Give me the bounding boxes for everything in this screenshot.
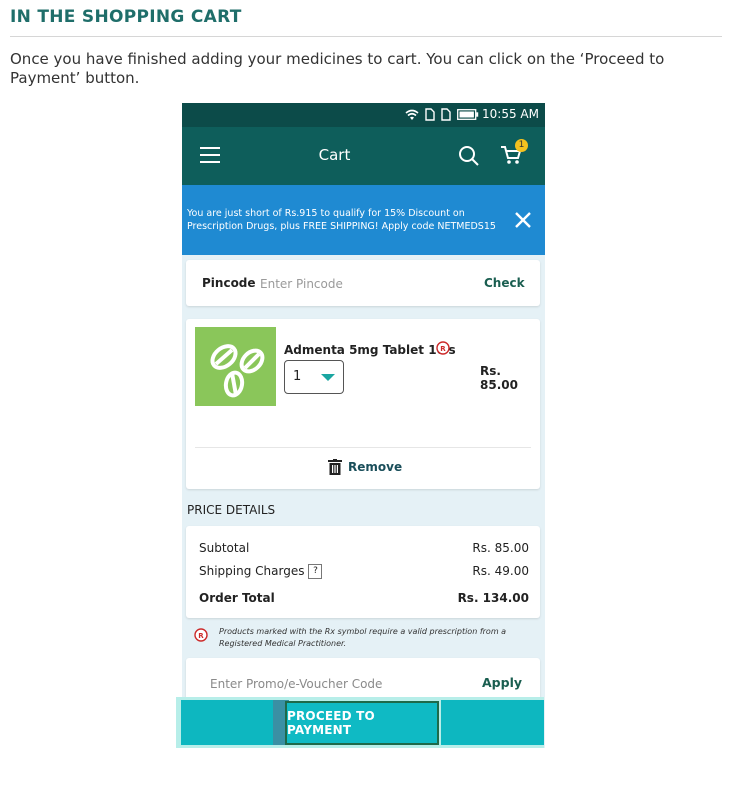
status-time: 10:55 AM <box>482 107 539 121</box>
cart-item-card: Admenta 5mg Tablet 10's R 1 Rs. 85.00 Re… <box>186 319 540 489</box>
close-icon[interactable] <box>513 210 533 230</box>
battery-icon <box>457 109 479 120</box>
quantity-value: 1 <box>293 369 302 384</box>
subtotal-value: Rs. 85.00 <box>472 541 529 555</box>
pincode-input[interactable] <box>258 272 442 296</box>
product-price: Rs. 85.00 <box>480 364 518 392</box>
order-total-value: Rs. 134.00 <box>457 591 529 605</box>
svg-text:R: R <box>440 345 446 353</box>
disclaimer-text: Products marked with the Rx symbol requi… <box>219 627 507 648</box>
sim-icon <box>425 108 435 121</box>
wifi-icon <box>405 109 419 120</box>
bottom-action-bar: PROCEED TO PAYMENT <box>176 697 544 748</box>
price-details-heading: PRICE DETAILS <box>187 503 276 517</box>
rx-prescription-icon: R <box>436 341 450 355</box>
svg-text:R: R <box>198 632 204 640</box>
discount-banner: You are just short of Rs.915 to qualify … <box>182 185 545 255</box>
product-name: Admenta 5mg Tablet 10's <box>284 343 456 357</box>
status-bar: 10:55 AM <box>182 103 545 127</box>
shipping-value: Rs. 49.00 <box>472 564 529 578</box>
sim2-icon <box>441 108 451 121</box>
banner-text: You are just short of Rs.915 to qualify … <box>187 208 496 232</box>
intro-text: Once you have finished adding your medic… <box>10 50 665 87</box>
shipping-help-icon[interactable]: ? <box>308 564 323 579</box>
product-image <box>195 327 276 406</box>
remove-label: Remove <box>348 460 403 474</box>
rx-prescription-icon: R <box>194 628 208 642</box>
quantity-select[interactable]: 1 <box>284 360 344 394</box>
subtotal-label: Subtotal <box>199 541 250 555</box>
bottom-bar-right-segment <box>441 700 544 745</box>
shipping-label: Shipping Charges <box>199 564 305 578</box>
item-divider <box>195 447 531 448</box>
shipping-label-group: Shipping Charges? <box>199 564 323 579</box>
pincode-card: Pincode Check <box>186 260 540 306</box>
bottom-bar-left-segment <box>181 700 276 745</box>
pills-icon <box>210 344 265 398</box>
promo-code-input[interactable] <box>208 672 442 696</box>
apply-button[interactable]: Apply <box>482 675 522 690</box>
cart-count-badge: 1 <box>515 139 528 152</box>
proceed-to-payment-button[interactable]: PROCEED TO PAYMENT <box>285 701 439 745</box>
app-bar: Cart 1 <box>182 127 545 185</box>
check-button[interactable]: Check <box>484 276 525 290</box>
app-title: Cart <box>318 146 351 164</box>
order-total-label: Order Total <box>199 591 275 605</box>
price-details-card: Subtotal Rs. 85.00 Shipping Charges? Rs.… <box>186 526 540 618</box>
pincode-label: Pincode <box>202 276 256 290</box>
page-heading: IN THE SHOPPING CART <box>10 7 242 27</box>
phone-screenshot: 10:55 AM Cart 1 You are just short of Rs… <box>182 103 545 748</box>
remove-button[interactable]: Remove <box>328 457 402 477</box>
trash-icon <box>328 459 342 475</box>
status-icons <box>405 108 479 121</box>
heading-divider <box>10 36 722 37</box>
dropdown-caret-icon <box>321 374 335 381</box>
search-icon[interactable] <box>458 145 480 167</box>
